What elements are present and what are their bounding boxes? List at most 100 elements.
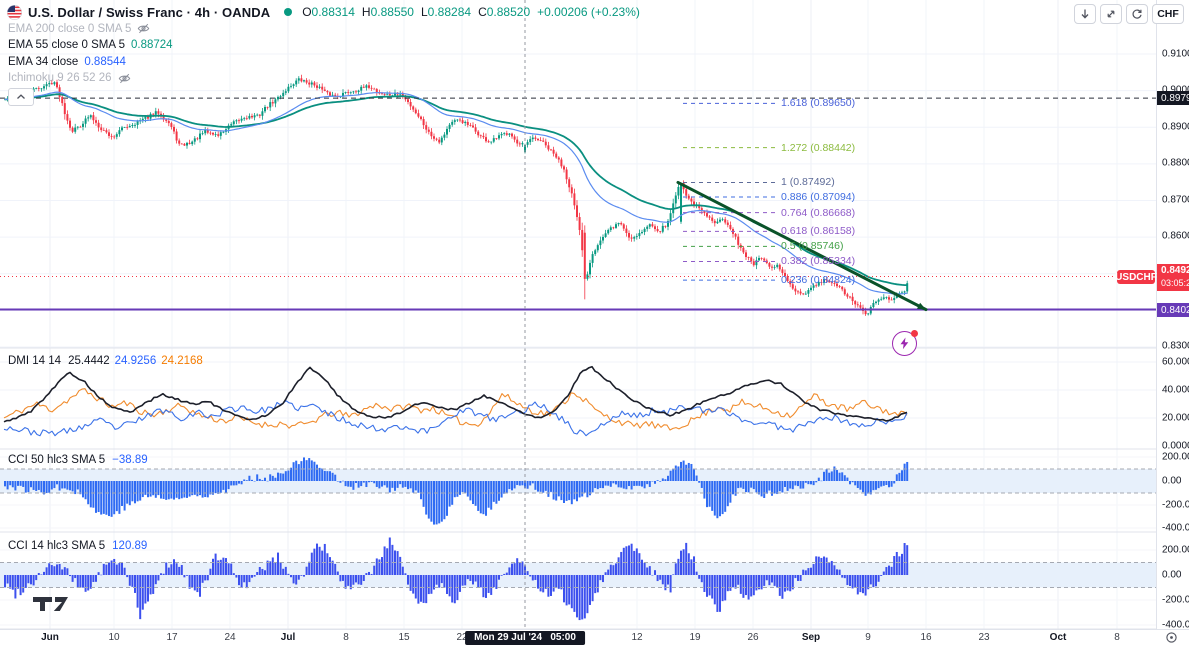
cci14-axis-tick: 200.00	[1162, 544, 1189, 556]
pane-controls: CHF	[1074, 4, 1184, 24]
lightning-bolt-icon	[900, 337, 909, 350]
time-tick-16: 16	[920, 632, 932, 643]
dmi-values: 25.4442 24.9256 24.2168	[68, 355, 208, 367]
dmi-legend[interactable]: DMI 14 14 25.4442 24.9256 24.2168	[8, 355, 208, 367]
time-tick-12: 12	[631, 632, 643, 643]
fib-label-0.236[interactable]: 0.236 (0.84824)	[781, 274, 855, 286]
chart-canvas[interactable]	[0, 0, 1189, 645]
dmi-value: 24.2168	[161, 355, 203, 367]
legend-row-label: EMA 34 close	[8, 55, 79, 68]
restore-pane-button[interactable]	[1126, 4, 1148, 24]
time-tick-26: 26	[747, 632, 759, 643]
selected-time-label: Mon 29 Jul '24 05:00	[465, 631, 585, 645]
currency-unit-button[interactable]: CHF	[1152, 4, 1184, 24]
fib-label-0.886[interactable]: 0.886 (0.87094)	[781, 191, 855, 203]
trading-chart-app: U.S. Dollar / Swiss Franc · 4h · OANDA O…	[0, 0, 1189, 645]
arrow-down-icon	[1081, 9, 1089, 19]
time-tick-23: 23	[978, 632, 990, 643]
legend-row-value: 0.88724	[130, 39, 173, 51]
time-tick-Jul: Jul	[280, 632, 296, 643]
time-tick-15: 15	[398, 632, 410, 643]
purple-line-price-label: 0.84022	[1157, 303, 1189, 317]
tradingview-logo	[33, 597, 83, 616]
instant-order-button[interactable]	[892, 330, 918, 356]
legend-row-2[interactable]: EMA 34 close 0.88544	[8, 55, 126, 68]
cci14-value: 120.89	[112, 540, 148, 552]
legend-row-3[interactable]: Ichimoku 9 26 52 26	[8, 72, 131, 85]
price-scale[interactable]: 0.910000.900000.890000.880000.870000.860…	[1156, 0, 1189, 631]
symbol-header: U.S. Dollar / Swiss Franc · 4h · OANDA O…	[7, 3, 640, 21]
price-tick: 0.87000	[1162, 194, 1189, 206]
fib-label-1.272[interactable]: 1.272 (0.88442)	[781, 142, 855, 154]
time-tick-10: 10	[108, 632, 120, 643]
time-scale[interactable]: Jun 10 17 24 Jul 8 15 22 12 19 26 Sep 9 16 23 Oct 8 Mon 2…	[0, 629, 1189, 645]
fib-label-0.764[interactable]: 0.764 (0.86668)	[781, 207, 855, 219]
eye-off-icon[interactable]	[118, 72, 131, 85]
dmi-legend-title: DMI 14 14	[8, 355, 62, 367]
collapse-legend-button[interactable]	[8, 88, 34, 106]
symbol-price-pill: USDCHF	[1115, 270, 1157, 284]
notification-dot	[911, 330, 918, 337]
maximize-pane-button[interactable]	[1100, 4, 1122, 24]
price-tick: 0.83000	[1162, 340, 1189, 352]
cci50-legend-title: CCI 50 hlc3 SMA 5	[8, 454, 106, 466]
maximize-icon	[1107, 10, 1115, 18]
fib-label-0.5[interactable]: 0.5 (0.85746)	[781, 240, 843, 252]
dmi-axis-tick: 20.0000	[1162, 412, 1189, 424]
cci50-axis-tick: -200.00	[1162, 499, 1189, 511]
symbol-title[interactable]: U.S. Dollar / Swiss Franc · 4h · OANDA	[28, 5, 270, 20]
market-status-dot[interactable]	[284, 8, 293, 16]
cci50-legend[interactable]: CCI 50 hlc3 SMA 5 −38.89	[8, 454, 148, 466]
move-pane-down-button[interactable]	[1074, 4, 1096, 24]
cci14-axis-tick: -200.00	[1162, 594, 1189, 606]
cci14-axis-tick: 0.00	[1162, 569, 1182, 581]
dmi-value: 24.9256	[114, 355, 157, 367]
fib-label-1[interactable]: 1 (0.87492)	[781, 176, 835, 188]
dmi-axis-tick: 40.0000	[1162, 384, 1189, 396]
price-tick: 0.89000	[1162, 121, 1189, 133]
time-tick-Sep: Sep	[801, 632, 821, 643]
cci50-axis-tick: 200.00	[1162, 451, 1189, 463]
price-tick: 0.86000	[1162, 230, 1189, 242]
legend-row-0[interactable]: EMA 200 close 0 SMA 5	[8, 22, 150, 35]
legend-row-label: Ichimoku 9 26 52 26	[8, 72, 112, 84]
price-tick: 0.88000	[1162, 157, 1189, 169]
time-tick-19: 19	[689, 632, 701, 643]
high-value: 0.88550	[370, 5, 414, 19]
cci50-axis-tick: -400.00	[1162, 522, 1189, 534]
level-price-label: 0.89796	[1157, 91, 1189, 105]
time-tick-9: 9	[865, 632, 871, 643]
cci50-value: −38.89	[112, 454, 148, 466]
legend-row-label: EMA 200 close 0 SMA 5	[8, 22, 132, 35]
timezone-gear-icon[interactable]	[1163, 630, 1179, 644]
fib-label-0.382[interactable]: 0.382 (0.85334)	[781, 255, 855, 267]
close-value: 0.88520	[486, 5, 531, 19]
time-tick-Oct: Oct	[1049, 632, 1067, 643]
legend-row-value: 0.88544	[84, 55, 126, 68]
legend-row-1[interactable]: EMA 55 close 0 SMA 5 0.88724	[8, 39, 173, 52]
fib-label-1.618[interactable]: 1.618 (0.89650)	[781, 97, 855, 109]
cci14-legend-title: CCI 14 hlc3 SMA 5	[8, 540, 106, 552]
dmi-axis-tick: 0.0000	[1162, 440, 1189, 452]
time-tick-8: 8	[343, 632, 349, 643]
refresh-icon	[1132, 9, 1142, 19]
cci50-axis-tick: 0.00	[1162, 475, 1182, 487]
fib-label-0.618[interactable]: 0.618 (0.86158)	[781, 225, 855, 237]
change-value: +0.00206 (+0.23%)	[537, 5, 640, 19]
chevron-up-icon	[17, 94, 25, 99]
ohlc-values: O0.88314 H0.88550 L0.88284 C0.88520 +0.0…	[302, 5, 640, 19]
time-tick-24: 24	[224, 632, 236, 643]
price-tick: 0.91000	[1162, 48, 1189, 60]
cci14-legend[interactable]: CCI 14 hlc3 SMA 5 120.89	[8, 540, 147, 552]
dmi-axis-tick: 60.0000	[1162, 356, 1189, 368]
time-tick-8: 8	[1114, 632, 1120, 643]
dmi-value: 25.4442	[68, 355, 110, 367]
legend-row-label: EMA 55 close 0 SMA 5	[8, 39, 125, 51]
us-flag-icon	[7, 4, 22, 20]
eye-off-icon[interactable]	[137, 22, 150, 35]
last-price-label: 0.8492403:05:2	[1157, 264, 1189, 291]
time-tick-17: 17	[166, 632, 178, 643]
open-value: 0.88314	[311, 5, 355, 19]
low-value: 0.88284	[427, 5, 472, 19]
time-tick-Jun: Jun	[41, 632, 59, 643]
